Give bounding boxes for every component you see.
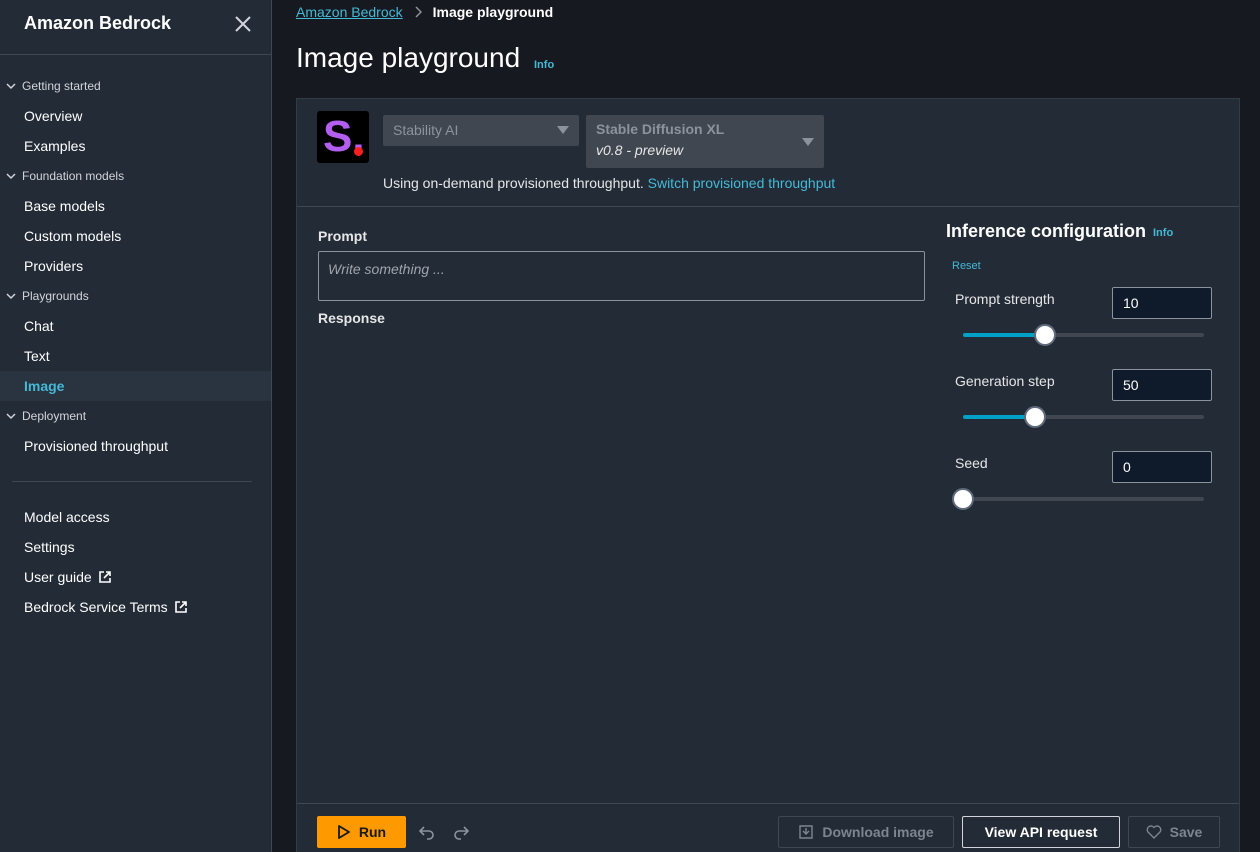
sidebar-item-text[interactable]: Text — [0, 341, 271, 371]
sidebar-item-overview[interactable]: Overview — [0, 101, 271, 131]
sidebar-section-playgrounds[interactable]: Playgrounds — [0, 286, 89, 306]
page-title: Image playground — [296, 42, 521, 73]
page-info-link[interactable]: Info — [534, 59, 554, 71]
sidebar-item-base-models[interactable]: Base models — [0, 191, 271, 221]
sidebar-divider — [0, 54, 272, 55]
sidebar-section-label: Getting started — [22, 79, 101, 93]
chevron-down-icon — [0, 172, 22, 180]
slider-thumb[interactable] — [1033, 324, 1056, 346]
model-select[interactable]: Stable Diffusion XL v0.8 - preview — [586, 115, 824, 168]
view-api-request-label: View API request — [984, 824, 1098, 840]
panel-divider — [297, 206, 1239, 207]
view-api-request-button[interactable]: View API request — [962, 816, 1120, 848]
playground-panel: S. Stability AI Stable Diffusion XL v0.8… — [296, 98, 1240, 852]
sidebar-item-user-guide[interactable]: User guide — [0, 562, 271, 592]
sidebar-item-providers[interactable]: Providers — [0, 251, 271, 281]
throughput-text: Using on-demand provisioned throughput. — [383, 175, 644, 191]
sidebar-section-label: Playgrounds — [22, 289, 89, 303]
response-label: Response — [318, 310, 385, 326]
generation-step-label: Generation step — [955, 373, 1055, 389]
sidebar-section-getting-started[interactable]: Getting started — [0, 76, 101, 96]
save-button[interactable]: Save — [1128, 816, 1220, 848]
close-icon[interactable] — [232, 13, 254, 35]
prompt-label: Prompt — [318, 228, 367, 244]
download-image-label: Download image — [822, 824, 934, 840]
slider-thumb[interactable] — [1024, 406, 1047, 428]
generation-step-input[interactable] — [1112, 369, 1212, 401]
footer-divider — [297, 803, 1239, 804]
switch-throughput-link[interactable]: Switch provisioned throughput — [648, 175, 836, 191]
sidebar-section-foundation-models[interactable]: Foundation models — [0, 166, 124, 186]
slider-thumb[interactable] — [952, 488, 974, 510]
redo-icon[interactable] — [452, 823, 470, 841]
inference-info-link[interactable]: Info — [1153, 227, 1173, 239]
sidebar-item-settings[interactable]: Settings — [0, 532, 271, 562]
stability-logo: S. — [317, 111, 369, 163]
breadcrumb-link-bedrock[interactable]: Amazon Bedrock — [296, 4, 403, 20]
provider-select[interactable]: Stability AI — [383, 115, 579, 146]
sidebar-item-custom-models[interactable]: Custom models — [0, 221, 271, 251]
provider-select-value: Stability AI — [393, 122, 459, 138]
sidebar-item-provisioned-throughput[interactable]: Provisioned throughput — [0, 431, 271, 461]
sidebar-title: Amazon Bedrock — [24, 13, 172, 33]
inference-config-title: Inference configuration — [946, 221, 1147, 241]
sidebar-section-deployment[interactable]: Deployment — [0, 406, 86, 426]
sidebar-item-chat[interactable]: Chat — [0, 311, 271, 341]
logo-dot — [354, 147, 363, 156]
external-link-icon — [174, 601, 187, 613]
sidebar-item-model-access[interactable]: Model access — [0, 502, 271, 532]
prompt-input[interactable] — [318, 251, 925, 301]
heart-icon — [1146, 825, 1162, 839]
reset-link[interactable]: Reset — [952, 260, 981, 272]
run-button[interactable]: Run — [317, 816, 406, 848]
chevron-down-icon — [0, 412, 22, 420]
caret-down-icon — [802, 138, 814, 146]
play-icon — [337, 825, 350, 839]
prompt-strength-input[interactable] — [1112, 287, 1212, 319]
chevron-down-icon — [0, 82, 22, 90]
sidebar-item-image[interactable]: Image — [0, 371, 271, 401]
caret-down-icon — [557, 126, 569, 134]
model-select-version: v0.8 - preview — [596, 142, 684, 158]
seed-label: Seed — [955, 455, 988, 471]
download-icon — [799, 825, 814, 839]
run-button-label: Run — [358, 824, 387, 840]
throughput-info: Using on-demand provisioned throughput. … — [383, 175, 835, 191]
model-select-name: Stable Diffusion XL — [596, 121, 725, 137]
sidebar-item-label: Bedrock Service Terms — [24, 599, 168, 615]
sidebar-item-label: User guide — [24, 569, 92, 585]
save-button-label: Save — [1169, 824, 1203, 840]
prompt-strength-slider[interactable] — [963, 324, 1204, 346]
sidebar-section-label: Deployment — [22, 409, 87, 423]
undo-icon[interactable] — [418, 823, 436, 841]
download-image-button[interactable]: Download image — [778, 816, 954, 848]
sidebar: Amazon Bedrock Getting started Overview … — [0, 0, 272, 852]
seed-slider[interactable] — [952, 488, 1204, 510]
chevron-down-icon — [0, 292, 22, 300]
breadcrumb-current: Image playground — [432, 4, 554, 20]
slider-fill — [963, 333, 1045, 337]
generation-step-slider[interactable] — [963, 406, 1204, 428]
breadcrumb: Amazon Bedrock Image playground — [296, 2, 553, 22]
prompt-strength-label: Prompt strength — [955, 291, 1055, 307]
sidebar-item-examples[interactable]: Examples — [0, 131, 271, 161]
sidebar-section-label: Foundation models — [22, 169, 125, 183]
external-link-icon — [98, 571, 111, 583]
seed-input[interactable] — [1112, 451, 1212, 483]
sidebar-divider — [12, 481, 252, 482]
sidebar-item-service-terms[interactable]: Bedrock Service Terms — [0, 592, 271, 622]
chevron-right-icon — [414, 6, 422, 18]
